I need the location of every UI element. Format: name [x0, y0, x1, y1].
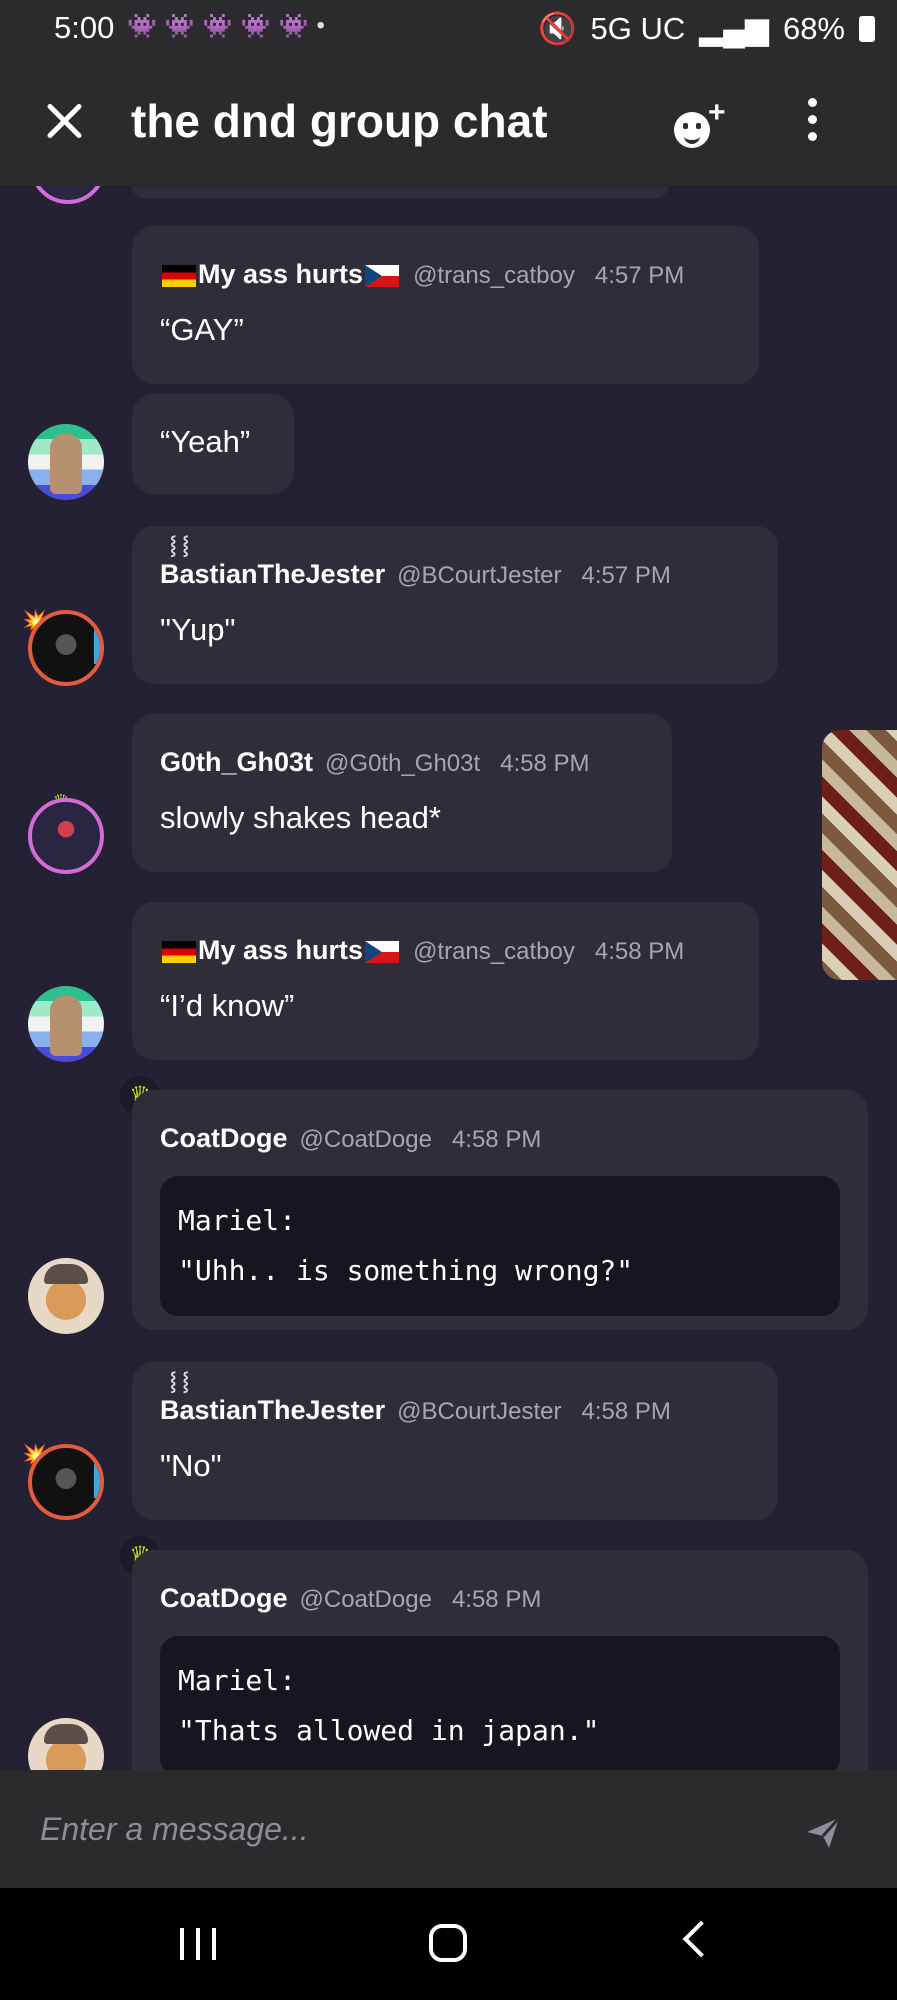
username[interactable]: BastianTheJester	[160, 1369, 385, 1426]
network-label: 5G UC	[590, 10, 686, 46]
discord-icon: 👾	[278, 13, 309, 40]
message-list[interactable]: My ass hurts @trans_catboy 4:57 PM “GAY”…	[0, 186, 897, 1770]
timestamp: 4:57 PM	[581, 562, 671, 589]
message-meta: CoatDoge @CoatDoge 4:58 PM	[160, 1583, 541, 1614]
mute-icon: 🔇	[537, 11, 577, 46]
status-right: 🔇 5G UC ▂▄▆ 68%	[538, 10, 875, 47]
image-attachment[interactable]	[822, 730, 897, 980]
message-text: “I’d know”	[160, 988, 295, 1023]
recent-apps-icon[interactable]	[180, 1928, 216, 1960]
timestamp: 4:58 PM	[500, 750, 590, 777]
more-options-icon[interactable]	[802, 98, 822, 148]
username[interactable]: G0th_Gh03t	[160, 747, 313, 778]
username-text: My ass hurts	[198, 935, 364, 965]
message-bubble[interactable]: G0th_Gh03t @G0th_Gh03t 4:58 PM slowly sh…	[132, 714, 672, 872]
czech-flag-icon	[365, 264, 400, 287]
message-meta: BastianTheJester @BCourtJester 4:57 PM	[160, 533, 671, 590]
message-text: slowly shakes head*	[160, 800, 441, 835]
avatar[interactable]	[28, 610, 104, 686]
message-bubble[interactable]: CoatDoge @CoatDoge 4:58 PM Mariel: "Uhh.…	[132, 1090, 868, 1330]
username[interactable]: BastianTheJester	[160, 533, 385, 590]
timestamp: 4:58 PM	[594, 938, 685, 965]
clock: 5:00	[54, 10, 115, 45]
message-text: “GAY”	[160, 312, 244, 347]
user-handle: @trans_catboy	[413, 938, 575, 965]
user-handle: @BCourtJester	[397, 562, 562, 589]
germany-flag-icon	[162, 940, 196, 963]
home-icon[interactable]	[429, 1924, 467, 1962]
chat-title: the dnd group chat	[131, 95, 548, 147]
send-icon[interactable]	[803, 1812, 843, 1852]
message-meta: My ass hurts @trans_catboy 4:58 PM	[160, 935, 684, 966]
message-bubble[interactable]: BastianTheJester @BCourtJester 4:58 PM "…	[132, 1362, 778, 1520]
timestamp: 4:58 PM	[581, 1398, 671, 1425]
close-icon[interactable]	[42, 98, 88, 144]
message-bubble[interactable]	[132, 186, 668, 198]
chat-header: the dnd group chat +	[0, 58, 897, 187]
message-bubble[interactable]: My ass hurts @trans_catboy 4:58 PM “I’d …	[132, 902, 759, 1060]
battery-icon	[859, 15, 875, 42]
avatar[interactable]	[28, 1444, 104, 1520]
avatar[interactable]	[28, 424, 104, 500]
notification-icons: 👾 👾 👾 👾 👾 •	[127, 12, 325, 41]
user-handle: @CoatDoge	[299, 1586, 432, 1613]
avatar[interactable]	[28, 986, 104, 1062]
message-meta: BastianTheJester @BCourtJester 4:58 PM	[160, 1369, 671, 1426]
user-handle: @BCourtJester	[397, 1398, 562, 1425]
timestamp: 4:58 PM	[451, 1126, 542, 1153]
avatar[interactable]	[28, 798, 104, 874]
code-block: Mariel: "Uhh.. is something wrong?"	[160, 1176, 840, 1316]
signal-icon: ▂▄▆	[699, 10, 769, 46]
avatar[interactable]	[28, 1258, 104, 1334]
message-bubble[interactable]: CoatDoge @CoatDoge 4:58 PM Mariel: "That…	[132, 1550, 868, 1770]
username[interactable]: My ass hurts	[160, 259, 401, 290]
czech-flag-icon	[365, 940, 400, 963]
avatar[interactable]	[30, 186, 106, 204]
message-text: "No"	[160, 1448, 222, 1483]
message-input[interactable]	[38, 1804, 762, 1854]
username-text: My ass hurts	[198, 259, 364, 289]
timestamp: 4:58 PM	[451, 1586, 542, 1613]
message-meta: CoatDoge @CoatDoge 4:58 PM	[160, 1123, 541, 1154]
user-handle: @G0th_Gh03t	[325, 750, 481, 777]
status-bar: 5:00 👾 👾 👾 👾 👾 • 🔇 5G UC ▂▄▆ 68%	[0, 0, 897, 58]
notification-dot: •	[316, 12, 325, 39]
message-bubble[interactable]: “Yeah”	[132, 394, 294, 494]
username[interactable]: CoatDoge	[160, 1123, 288, 1154]
username[interactable]: CoatDoge	[160, 1583, 288, 1614]
message-text: “Yeah”	[160, 424, 251, 459]
timestamp: 4:57 PM	[594, 262, 685, 289]
discord-icon: 👾	[164, 13, 195, 40]
discord-icon: 👾	[127, 13, 157, 40]
message-composer	[0, 1770, 897, 1888]
message-meta: G0th_Gh03t @G0th_Gh03t 4:58 PM	[160, 747, 590, 778]
message-text: "Yup"	[160, 612, 236, 647]
user-handle: @CoatDoge	[299, 1126, 432, 1153]
battery-level: 68%	[782, 10, 845, 46]
message-bubble[interactable]: BastianTheJester @BCourtJester 4:57 PM "…	[132, 526, 778, 684]
system-nav-bar	[0, 1888, 897, 2000]
back-icon[interactable]	[682, 1920, 720, 1958]
message-bubble[interactable]: My ass hurts @trans_catboy 4:57 PM “GAY”	[132, 226, 759, 384]
user-handle: @trans_catboy	[413, 262, 575, 289]
discord-icon: 👾	[240, 13, 271, 40]
avatar[interactable]	[28, 1718, 104, 1770]
username[interactable]: My ass hurts	[160, 935, 401, 966]
code-block: Mariel: "Thats allowed in japan."	[160, 1636, 840, 1770]
germany-flag-icon	[162, 264, 196, 287]
discord-icon: 👾	[202, 13, 233, 40]
add-member-icon[interactable]: +	[670, 96, 730, 154]
message-meta: My ass hurts @trans_catboy 4:57 PM	[160, 259, 684, 290]
